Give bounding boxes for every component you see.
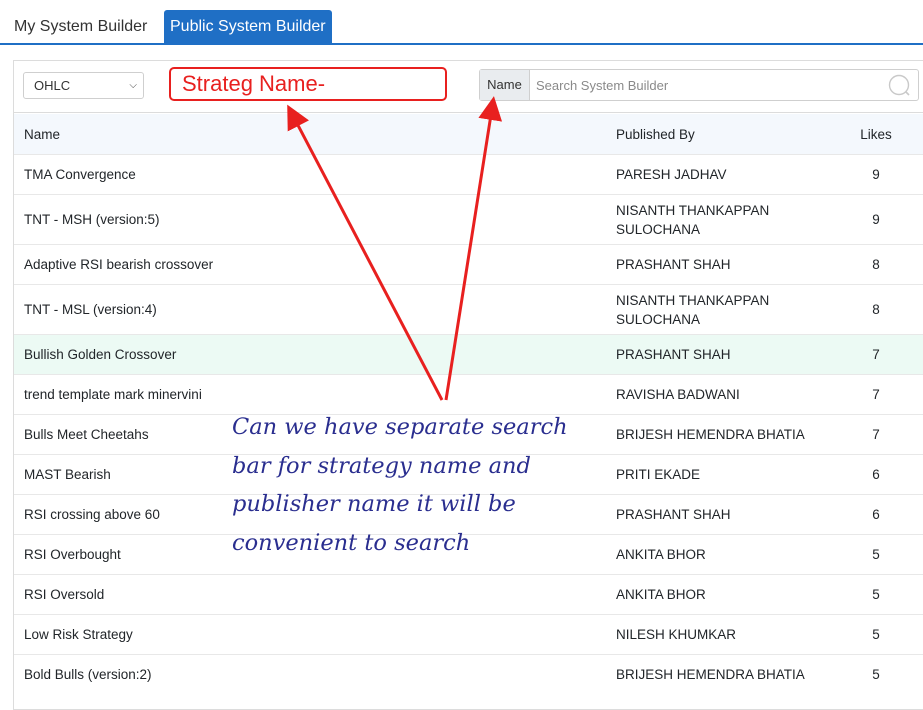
published-by-cell: NILESH KHUMKAR <box>616 627 737 642</box>
likes-cell: 5 <box>872 627 880 642</box>
chart-type-select[interactable]: OHLC ⌵ <box>23 72 144 99</box>
strategy-name-cell[interactable]: TNT - MSL (version:4) <box>24 285 604 334</box>
table-row[interactable]: TNT - MSH (version:5) NISANTH THANKAPPAN… <box>14 194 923 244</box>
system-builder-panel: OHLC ⌵ Strateg Name- Name Name Published… <box>13 60 923 710</box>
column-header-name[interactable]: Name <box>24 114 604 154</box>
published-by-cell: PRASHANT SHAH <box>616 347 731 362</box>
annotation-note-line: Can we have separate search <box>232 414 568 440</box>
likes-cell: 5 <box>872 667 880 682</box>
strategy-name-cell[interactable]: RSI Oversold <box>24 575 604 614</box>
search-input[interactable] <box>531 70 881 100</box>
table-row[interactable]: TMA Convergence PARESH JADHAV 9 <box>14 154 923 194</box>
likes-cell: 9 <box>872 212 880 227</box>
strategy-name-cell[interactable]: TMA Convergence <box>24 155 604 194</box>
annotation-note-line: convenient to search <box>232 529 471 556</box>
strategy-name-cell[interactable]: Adaptive RSI bearish crossover <box>24 245 604 284</box>
search-label: Name <box>480 70 530 100</box>
annotation-note-line: bar for strategy name and <box>232 452 531 479</box>
published-by-cell: PRITI EKADE <box>616 467 701 482</box>
likes-cell: 6 <box>872 507 880 522</box>
strategy-name-cell[interactable]: Bold Bulls (version:2) <box>24 655 604 694</box>
strategy-table: Name Published By Likes TMA Convergence … <box>14 114 923 694</box>
published-by-cell: NISANTH THANKAPPAN SULOCHANA <box>616 202 770 237</box>
likes-cell: 5 <box>872 587 880 602</box>
published-by-cell: PARESH JADHAV <box>616 167 727 182</box>
likes-cell: 8 <box>872 302 880 317</box>
tab-my-system-builder[interactable]: My System Builder <box>8 10 153 44</box>
likes-cell: 8 <box>872 257 880 272</box>
tab-bar: My System Builder Public System Builder <box>0 0 923 45</box>
strategy-name-cell[interactable]: Low Risk Strategy <box>24 615 604 654</box>
likes-cell: 7 <box>872 427 880 442</box>
likes-cell: 9 <box>872 167 880 182</box>
annotation-note: Can we have separate search bar for stra… <box>232 408 592 562</box>
table-row[interactable]: TNT - MSL (version:4) NISANTH THANKAPPAN… <box>14 284 923 334</box>
column-header-likes[interactable]: Likes <box>836 114 916 154</box>
tab-public-system-builder[interactable]: Public System Builder <box>164 10 332 44</box>
likes-cell: 7 <box>872 347 880 362</box>
published-by-cell: BRIJESH HEMENDRA BHATIA <box>616 427 805 442</box>
table-row[interactable]: Low Risk Strategy NILESH KHUMKAR 5 <box>14 614 923 654</box>
likes-cell: 7 <box>872 387 880 402</box>
strategy-name-annotation-box: Strateg Name- <box>169 67 447 101</box>
likes-cell: 6 <box>872 467 880 482</box>
chart-type-select-value: OHLC <box>34 78 71 93</box>
table-row[interactable]: Adaptive RSI bearish crossover PRASHANT … <box>14 244 923 284</box>
column-header-published-by[interactable]: Published By <box>616 114 816 154</box>
strategy-name-cell[interactable]: Bullish Golden Crossover <box>24 335 604 374</box>
strategy-name-cell[interactable]: TNT - MSH (version:5) <box>24 195 604 244</box>
published-by-cell: PRASHANT SHAH <box>616 257 731 272</box>
chevron-down-icon: ⌵ <box>129 80 137 91</box>
published-by-cell: BRIJESH HEMENDRA BHATIA <box>616 667 805 682</box>
table-row[interactable]: RSI Oversold ANKITA BHOR 5 <box>14 574 923 614</box>
table-row-highlighted[interactable]: Bullish Golden Crossover PRASHANT SHAH 7 <box>14 334 923 374</box>
search-icon[interactable] <box>888 74 910 96</box>
published-by-cell: ANKITA BHOR <box>616 587 706 602</box>
table-row[interactable]: Bold Bulls (version:2) BRIJESH HEMENDRA … <box>14 654 923 694</box>
table-header: Name Published By Likes <box>14 114 923 154</box>
annotation-note-line: publisher name it will be <box>232 491 516 517</box>
search-group: Name <box>479 69 919 101</box>
likes-cell: 5 <box>872 547 880 562</box>
published-by-cell: RAVISHA BADWANI <box>616 387 740 402</box>
published-by-cell: NISANTH THANKAPPAN SULOCHANA <box>616 292 770 327</box>
published-by-cell: PRASHANT SHAH <box>616 507 731 522</box>
filter-bar: OHLC ⌵ Strateg Name- Name <box>14 61 923 113</box>
published-by-cell: ANKITA BHOR <box>616 547 706 562</box>
